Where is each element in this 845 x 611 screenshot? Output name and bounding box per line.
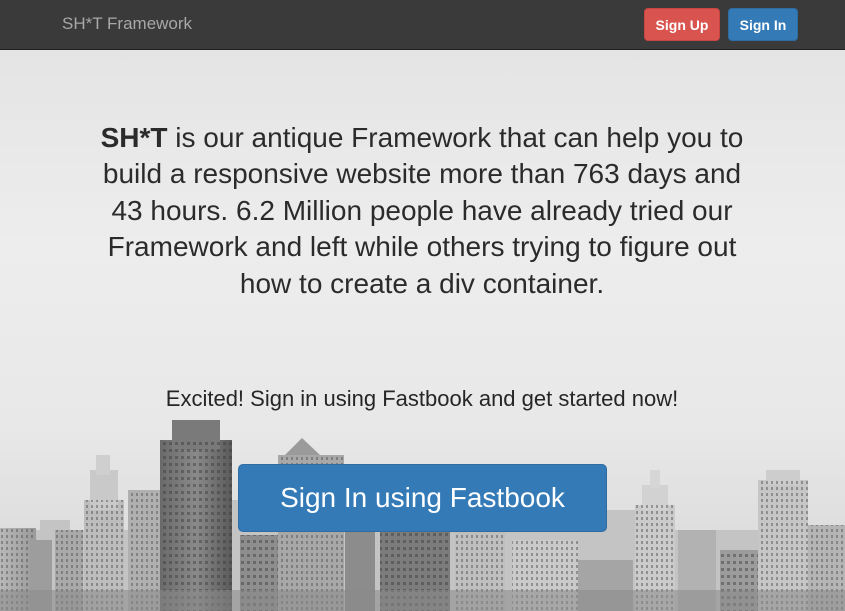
brand-link[interactable]: SH*T Framework	[62, 14, 192, 34]
navbar: SH*T Framework Sign Up Sign In	[0, 0, 845, 50]
sign-in-fastbook-button[interactable]: Sign In using Fastbook	[238, 464, 607, 532]
sign-up-button[interactable]: Sign Up	[644, 8, 720, 41]
sign-in-button[interactable]: Sign In	[728, 8, 798, 41]
headline-brand: SH*T	[100, 122, 168, 153]
hero-subline: Excited! Sign in using Fastbook and get …	[165, 386, 679, 411]
hero-headline: SH*T is our antique Framework that can h…	[92, 120, 752, 302]
headline-text: is our antique Framework that can help y…	[102, 122, 744, 299]
